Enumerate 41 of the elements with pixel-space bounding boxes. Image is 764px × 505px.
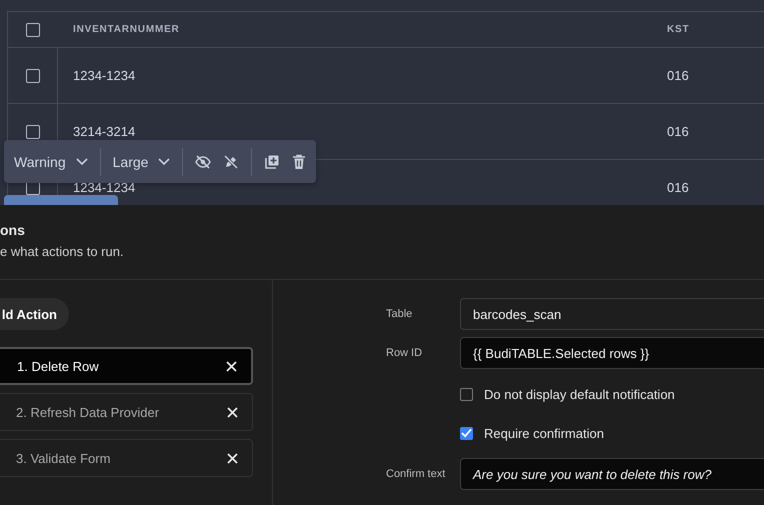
trash-icon[interactable]: [292, 154, 306, 170]
chevron-down-icon: [76, 158, 88, 166]
panel-subtitle: e what actions to run.: [0, 244, 125, 259]
duplicate-icon[interactable]: [264, 154, 280, 170]
action-label: 3. Validate Form: [16, 450, 110, 466]
dropdown[interactable]: Warning: [14, 154, 88, 170]
table-cell: 016: [667, 68, 689, 83]
row-checkbox[interactable]: [26, 68, 40, 82]
checkbox[interactable]: [460, 388, 473, 400]
input-field[interactable]: barcodes_scan: [460, 298, 764, 330]
table-cell: 016: [667, 124, 689, 139]
eye-slash-icon[interactable]: [195, 154, 212, 168]
action-label: 2. Refresh Data Provider: [16, 404, 160, 420]
field-label: Row ID: [386, 347, 424, 359]
chevron-down-icon: [158, 158, 170, 166]
table-cell-text: 1234-1234: [72, 180, 136, 195]
table-cell: 016: [667, 180, 689, 195]
panel-title: ons: [0, 222, 26, 238]
close-icon[interactable]: [226, 360, 237, 372]
input-field[interactable]: Are you sure you want to delete this row?: [460, 458, 764, 490]
action-label: 1. Delete Row: [17, 358, 99, 374]
field-label: Confirm text: [386, 468, 446, 480]
add-action-button[interactable]: ld Action: [0, 298, 69, 330]
select-all-checkbox[interactable]: [26, 22, 40, 36]
checkbox-label: Require confirmation: [484, 426, 604, 440]
table-cell-text: 3214-3214: [72, 124, 136, 139]
row-checkbox[interactable]: [26, 124, 40, 138]
field-label: Table: [386, 308, 414, 320]
checkbox-label: Do not display default notification: [484, 386, 675, 402]
dropdown[interactable]: Large: [112, 154, 170, 170]
close-icon[interactable]: [227, 452, 238, 464]
action-item[interactable]: 3. Validate Form: [0, 439, 253, 477]
close-icon[interactable]: [227, 406, 238, 418]
checkbox[interactable]: [460, 426, 473, 440]
input-field[interactable]: {{ BudiTABLE.Selected rows }}: [460, 337, 764, 369]
column-header[interactable]: KST: [667, 24, 690, 35]
pencil-slash-icon[interactable]: [223, 154, 240, 170]
action-item[interactable]: 1. Delete Row: [0, 347, 253, 385]
table-cell-text: 1234-1234: [72, 68, 136, 83]
column-header[interactable]: INVENTARNUMMER: [58, 24, 667, 35]
action-item[interactable]: 2. Refresh Data Provider: [0, 393, 253, 431]
